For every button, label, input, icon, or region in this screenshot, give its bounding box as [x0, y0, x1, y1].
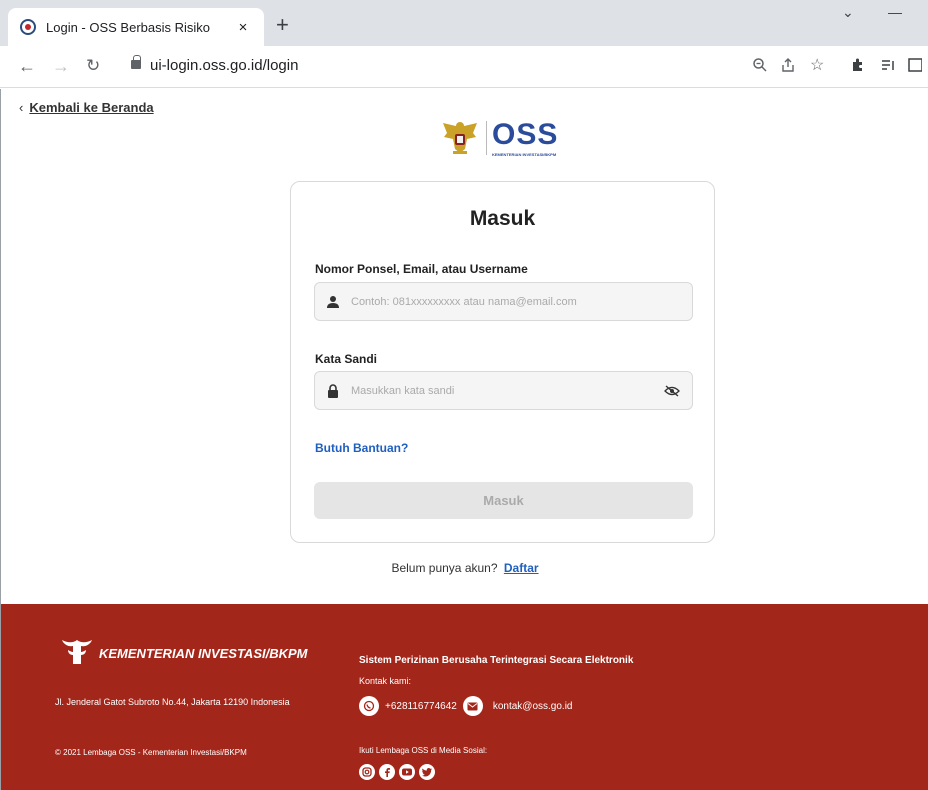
chevron-left-icon: ‹ — [19, 100, 24, 115]
logo-divider — [486, 121, 487, 155]
footer-email[interactable]: kontak@oss.go.id — [493, 701, 573, 712]
tab-search-chevron-icon[interactable]: ⌄ — [842, 4, 854, 21]
footer-brand: KEMENTERIAN INVESTASI/BKPM — [99, 646, 308, 661]
zoom-icon[interactable] — [752, 57, 768, 78]
garuda-emblem-icon — [443, 122, 477, 154]
back-to-home-link[interactable]: ‹ Kembali ke Beranda — [19, 100, 154, 115]
email-icon[interactable] — [462, 696, 483, 716]
username-field[interactable] — [314, 282, 693, 321]
extensions-icon[interactable] — [850, 57, 866, 78]
eye-slash-icon[interactable] — [664, 384, 680, 397]
lock-icon[interactable] — [131, 55, 141, 69]
browser-tab[interactable]: Login - OSS Berbasis Risiko × — [8, 8, 264, 46]
kementerian-logo-icon — [62, 640, 92, 664]
twitter-icon[interactable] — [419, 764, 435, 780]
page-content: ‹ Kembali ke Beranda OSS KEMENTERIAN INV… — [0, 89, 928, 790]
reload-icon[interactable]: ↻ — [86, 56, 100, 76]
footer-contact-row: +628116774642 kontak@oss.go.id — [359, 696, 572, 716]
sidepanel-icon[interactable] — [908, 57, 923, 78]
minimize-window-button[interactable]: — — [888, 4, 902, 20]
oss-logo-text: OSS — [492, 117, 559, 151]
footer-system-name: Sistem Perizinan Berusaha Terintegrasi S… — [359, 655, 634, 666]
footer-social-links — [359, 764, 439, 780]
password-field[interactable] — [314, 371, 693, 410]
login-submit-button[interactable]: Masuk — [314, 482, 693, 519]
user-icon — [327, 295, 339, 308]
password-label: Kata Sandi — [315, 352, 378, 366]
footer: KEMENTERIAN INVESTASI/BKPM Jl. Jenderal … — [1, 604, 928, 790]
share-icon[interactable] — [780, 57, 796, 78]
whatsapp-icon[interactable] — [359, 696, 379, 716]
oss-wordmark: OSS KEMENTERIAN INVESTASI/BKPM — [492, 117, 559, 157]
browser-toolbar: ← → ↻ ui-login.oss.go.id/login ☆ — [0, 46, 928, 88]
tab-close-button[interactable]: × — [234, 19, 252, 36]
reading-list-icon[interactable] — [880, 57, 896, 78]
register-link[interactable]: Daftar — [504, 561, 539, 575]
browser-tab-bar: Login - OSS Berbasis Risiko × + ⌄ — — [0, 0, 928, 46]
instagram-icon[interactable] — [359, 764, 375, 780]
lock-icon — [328, 383, 338, 398]
back-link-label: Kembali ke Beranda — [29, 100, 154, 115]
footer-address: Jl. Jenderal Gatot Subroto No.44, Jakart… — [55, 697, 290, 707]
tab-title: Login - OSS Berbasis Risiko — [46, 19, 211, 35]
footer-copyright: © 2021 Lembaga OSS - Kementerian Investa… — [55, 748, 247, 757]
password-input[interactable] — [351, 384, 664, 397]
forward-arrow-icon[interactable]: → — [52, 56, 70, 76]
back-arrow-icon[interactable]: ← — [18, 56, 36, 76]
facebook-icon[interactable] — [379, 764, 395, 780]
register-prompt: Belum punya akun? Daftar — [1, 561, 928, 575]
register-prompt-text: Belum punya akun? — [391, 561, 498, 575]
login-title: Masuk — [469, 207, 536, 230]
help-link[interactable]: Butuh Bantuan? — [315, 441, 408, 455]
footer-contact-heading: Kontak kami: — [359, 676, 412, 686]
oss-logo-subtext: KEMENTERIAN INVESTASI/BKPM — [492, 151, 557, 157]
youtube-icon[interactable] — [399, 764, 415, 780]
star-icon[interactable]: ☆ — [810, 57, 824, 75]
footer-follow-text: Ikuti Lembaga OSS di Media Sosial: — [359, 746, 488, 755]
login-card: Masuk Nomor Ponsel, Email, atau Username… — [290, 181, 715, 543]
username-input[interactable] — [351, 295, 680, 308]
oss-favicon-icon — [20, 19, 36, 35]
new-tab-button[interactable]: + — [276, 14, 289, 36]
username-label: Nomor Ponsel, Email, atau Username — [315, 262, 528, 276]
oss-logo: OSS KEMENTERIAN INVESTASI/BKPM — [441, 119, 558, 157]
footer-phone[interactable]: +628116774642 — [385, 701, 457, 712]
address-bar[interactable]: ui-login.oss.go.id/login — [150, 57, 298, 74]
